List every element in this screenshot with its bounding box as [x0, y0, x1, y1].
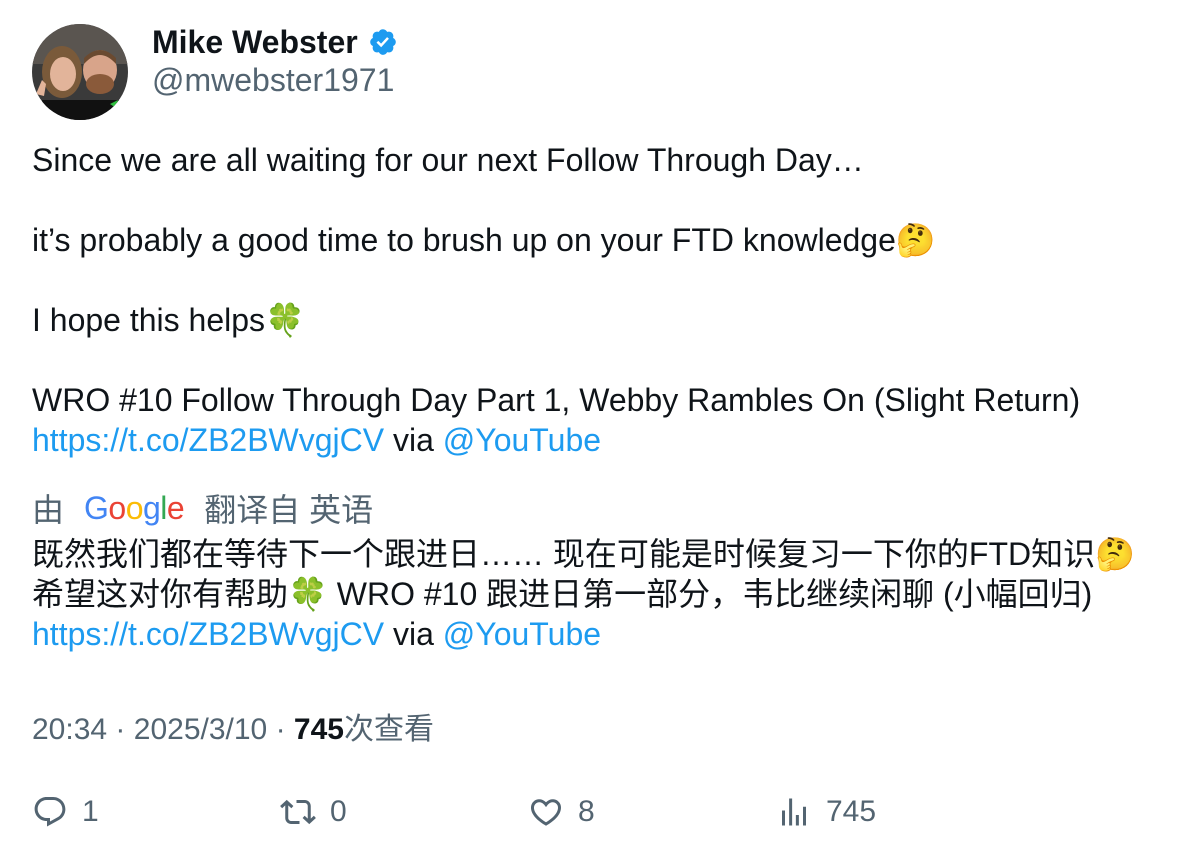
translated-by-prefix: 由 — [32, 492, 65, 528]
avatar-photo — [32, 24, 128, 120]
translated-line-2-text-a: 希望这对你有帮助 — [32, 576, 289, 612]
reply-button[interactable]: 1 — [32, 790, 99, 834]
clover-emoji-icon: 🍀 — [288, 575, 328, 613]
retweet-icon — [280, 799, 316, 825]
views-count-action: 745 — [826, 795, 877, 828]
views-label: 次查看 — [343, 713, 434, 746]
meta-separator: · — [275, 713, 286, 746]
translated-by-suffix: 翻译自 英语 — [204, 492, 374, 528]
tweet-text: Since we are all waiting for our next Fo… — [32, 140, 1172, 460]
action-bar: 1 0 8 745 — [0, 790, 1196, 834]
translated-line-1: 既然我们都在等待下一个跟进日…… 现在可能是时候复习一下你的FTD知识🤔 — [32, 534, 1182, 574]
youtube-mention-link[interactable]: @YouTube — [443, 422, 601, 458]
retweet-count: 0 — [330, 795, 347, 828]
retweet-button[interactable]: 0 — [280, 790, 347, 834]
via-text: via — [393, 422, 434, 458]
views-count: 745 — [293, 713, 344, 746]
reply-count: 1 — [82, 795, 99, 828]
verified-badge-icon — [368, 27, 398, 57]
tweet-time[interactable]: 20:34 — [32, 713, 107, 746]
tweet-meta: 20:34 · 2025/3/10 · 745次查看 — [32, 704, 434, 748]
heart-icon — [530, 799, 562, 826]
tweet-link[interactable]: https://t.co/ZB2BWvgjCV — [32, 422, 384, 458]
translated-line-2-text-b: WRO #10 跟进日第一部分，韦比继续闲聊 (小幅回归) — [327, 576, 1093, 612]
tweet-line-2-text: it’s probably a good time to brush up on… — [32, 222, 896, 258]
tweet-date[interactable]: 2025/3/10 — [134, 713, 267, 746]
translated-via-text: via — [393, 616, 434, 652]
bar-chart-icon — [782, 798, 806, 826]
clover-emoji-icon: 🍀 — [265, 301, 305, 339]
google-logo[interactable]: Google — [84, 490, 185, 527]
like-count: 8 — [578, 795, 595, 828]
translated-text: 既然我们都在等待下一个跟进日…… 现在可能是时候复习一下你的FTD知识🤔 希望这… — [32, 534, 1182, 654]
thinking-emoji-icon: 🤔 — [895, 221, 936, 259]
tweet-line-2: it’s probably a good time to brush up on… — [32, 220, 1172, 260]
tweet-card: Mike Webster @mwebster1971 Since we are … — [0, 0, 1196, 858]
translated-line-1-text: 既然我们都在等待下一个跟进日…… 现在可能是时候复习一下你的FTD知识 — [32, 536, 1096, 572]
author-name-row: Mike Webster — [152, 22, 398, 62]
tweet-link-line: https://t.co/ZB2BWvgjCV via @YouTube — [32, 420, 1172, 460]
translated-link-line: https://t.co/ZB2BWvgjCV via @YouTube — [32, 614, 1182, 654]
avatar[interactable] — [32, 24, 128, 120]
thinking-emoji-icon: 🤔 — [1095, 535, 1135, 573]
tweet-line-3-text: I hope this helps — [32, 302, 266, 338]
meta-separator: · — [115, 713, 126, 746]
views-button[interactable]: 745 — [776, 790, 876, 834]
tweet-line-1: Since we are all waiting for our next Fo… — [32, 142, 864, 178]
tweet-line-3: I hope this helps🍀 — [32, 300, 1172, 340]
translated-line-2: 希望这对你有帮助🍀 WRO #10 跟进日第一部分，韦比继续闲聊 (小幅回归) — [32, 574, 1182, 614]
author-handle[interactable]: @mwebster1971 — [152, 62, 394, 99]
translated-by-google: 由 Google 翻译自 英语 — [32, 486, 373, 530]
translated-link[interactable]: https://t.co/ZB2BWvgjCV — [32, 616, 384, 652]
translated-youtube-mention-link[interactable]: @YouTube — [443, 616, 601, 652]
reply-icon — [34, 797, 66, 827]
like-button[interactable]: 8 — [528, 790, 595, 834]
tweet-line-4: WRO #10 Follow Through Day Part 1, Webby… — [32, 382, 1081, 418]
author-name[interactable]: Mike Webster — [152, 24, 358, 61]
